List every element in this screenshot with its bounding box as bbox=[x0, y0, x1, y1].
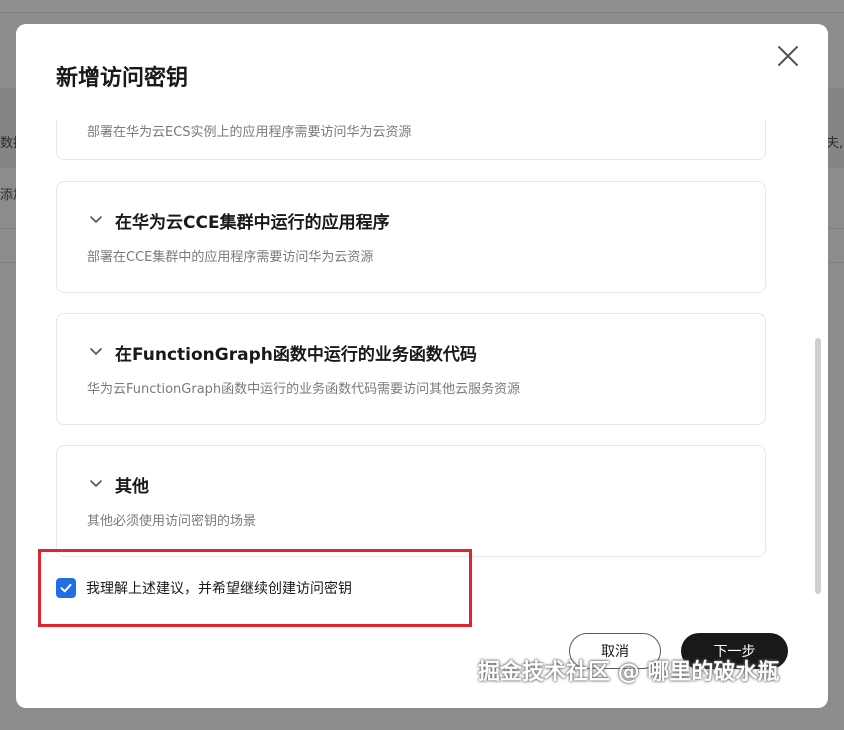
highlight-annotation bbox=[38, 549, 472, 627]
scenario-card-other[interactable]: 其他 其他必须使用访问密钥的场景 bbox=[56, 445, 766, 557]
watermark: 掘金技术社区 @ 哪里的破水瓶 bbox=[478, 660, 780, 685]
scenario-title: 在华为云CCE集群中运行的应用程序 bbox=[115, 213, 390, 233]
chevron-down-icon bbox=[90, 216, 102, 223]
scenario-card-functiongraph[interactable]: 在FunctionGraph函数中运行的业务函数代码 华为云FunctionGr… bbox=[56, 313, 766, 425]
background-top-bar bbox=[0, 0, 844, 13]
scenario-card-cce[interactable]: 在华为云CCE集群中运行的应用程序 部署在CCE集群中的应用程序需要访问华为云资… bbox=[56, 181, 766, 293]
scenario-card-ecs[interactable]: 部署在华为云ECS实例上的应用程序需要访问华为云资源 bbox=[56, 120, 766, 160]
dialog-title: 新增访问密钥 bbox=[56, 66, 189, 91]
scenario-list[interactable]: 部署在华为云ECS实例上的应用程序需要访问华为云资源 在华为云CCE集群中运行的… bbox=[16, 120, 828, 560]
scenario-description: 部署在华为云ECS实例上的应用程序需要访问华为云资源 bbox=[87, 125, 412, 140]
background-text: 夫, bbox=[826, 136, 844, 151]
close-button[interactable] bbox=[772, 40, 804, 72]
chevron-down-icon bbox=[90, 348, 102, 355]
scenario-title: 其他 bbox=[115, 477, 149, 497]
close-icon bbox=[778, 46, 798, 66]
scrollbar[interactable] bbox=[815, 338, 821, 594]
create-access-key-dialog: 新增访问密钥 部署在华为云ECS实例上的应用程序需要访问华为云资源 在华为云CC… bbox=[16, 24, 828, 708]
chevron-down-icon bbox=[90, 480, 102, 487]
scenario-title: 在FunctionGraph函数中运行的业务函数代码 bbox=[115, 345, 477, 365]
scenario-description: 部署在CCE集群中的应用程序需要访问华为云资源 bbox=[87, 250, 374, 265]
scenario-description: 华为云FunctionGraph函数中运行的业务函数代码需要访问其他云服务资源 bbox=[87, 382, 521, 397]
scenario-description: 其他必须使用访问密钥的场景 bbox=[87, 514, 257, 529]
